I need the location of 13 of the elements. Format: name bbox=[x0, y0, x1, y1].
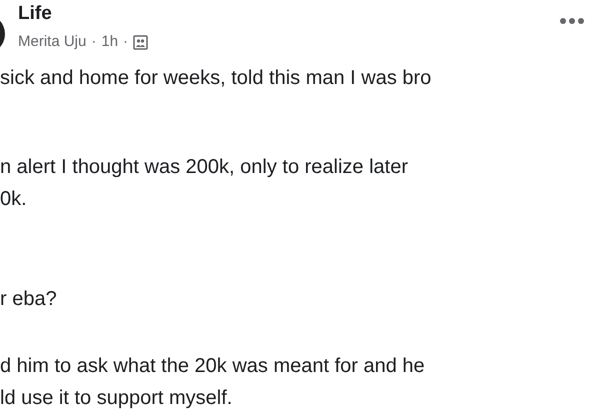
author-name[interactable]: Merita Uju bbox=[18, 32, 86, 52]
more-icon[interactable] bbox=[559, 17, 585, 25]
separator: · bbox=[91, 32, 96, 52]
post-text-line: d him to ask what the 20k was meant for and he bbox=[0, 354, 425, 379]
post-text-line: 0k. bbox=[0, 187, 27, 212]
post-text-line: r eba? bbox=[0, 287, 57, 312]
post-title[interactable]: Life bbox=[18, 2, 559, 26]
post-time[interactable]: 1h bbox=[101, 32, 118, 52]
post-text-line: sick and home for weeks, told this man I was bro bbox=[0, 66, 432, 91]
separator: · bbox=[123, 32, 128, 52]
post-text-line: ld use it to support myself. bbox=[0, 386, 232, 411]
post-text-line: n alert I thought was 200k, only to realize later bbox=[0, 155, 408, 180]
group-icon bbox=[133, 34, 148, 50]
